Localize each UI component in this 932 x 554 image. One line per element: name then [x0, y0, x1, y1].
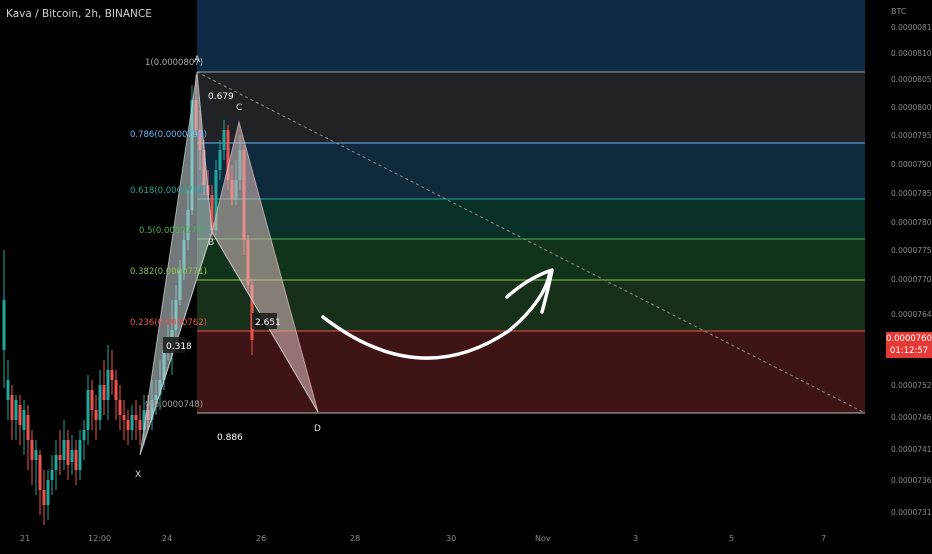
price-tick: 0.0000810 [891, 49, 932, 58]
candle-body [82, 430, 86, 440]
candle-body [30, 440, 34, 460]
price-tick: 0.0000790 [891, 160, 932, 169]
candle-body [42, 490, 46, 505]
candle-body [66, 440, 70, 465]
candle-body [122, 415, 126, 420]
candle-body [18, 405, 22, 425]
fib-label-0382: 0.382(0.0000771) [130, 267, 207, 277]
candle-body [34, 450, 38, 460]
time-tick: 30 [446, 534, 456, 543]
price-tick: 0.0000764 [891, 310, 932, 319]
candle-body [70, 450, 74, 462]
candle-body [62, 440, 66, 460]
time-tick: 21 [20, 534, 30, 543]
candle-body [98, 385, 102, 420]
price-tick: 0.0000081 [891, 23, 932, 32]
price-tick: 0.0000746 [891, 413, 932, 422]
time-tick: 3 [633, 534, 638, 543]
bar-countdown: 01:12:57 [889, 346, 929, 356]
ratio-label-xd: 0.886 [217, 433, 243, 443]
chart[interactable]: 1(0.0000807) 0.786(0.0000794) 0.618(0.00… [0, 0, 932, 550]
candle-body [74, 450, 78, 470]
fib-label-0618: 0.618(0.0000784) [130, 186, 207, 196]
candle-body [38, 455, 42, 490]
time-tick: 5 [729, 534, 734, 543]
candle-body [222, 130, 226, 150]
candle-body [26, 415, 30, 440]
ratio-label-bc: 0.318 [166, 342, 192, 352]
price-tick: 0.0000752 [891, 381, 932, 390]
candle-body [126, 420, 130, 430]
price-tick: 0.0000770 [891, 275, 932, 284]
candle-body [14, 400, 18, 420]
candle-body [94, 410, 98, 420]
time-tick: 28 [350, 534, 360, 543]
candle-body [50, 470, 54, 480]
candle-body [114, 380, 118, 400]
candle-body [118, 400, 122, 415]
candle-body [78, 440, 82, 470]
candle-body [2, 300, 6, 350]
candle-body [102, 385, 106, 400]
candle-body [58, 455, 62, 460]
fib-zone-1-0786 [197, 72, 865, 143]
price-tick: 0.0000785 [891, 189, 932, 198]
candle-body [10, 395, 14, 420]
price-tick: 0.0000731 [891, 508, 932, 517]
candle-body [90, 390, 94, 410]
fib-zone-top [197, 0, 865, 72]
candle-body [134, 415, 138, 420]
last-price-value: 0.0000760 [886, 334, 932, 344]
point-label-a: A [194, 55, 201, 65]
fib-label-05: 0.5(0.0000777) [139, 226, 205, 236]
price-tick: 0.0000775 [891, 246, 932, 255]
candle-body [54, 455, 58, 470]
fib-zone-0618-05 [197, 199, 865, 239]
candle-body [86, 390, 90, 430]
price-tick: 0.0000805 [891, 75, 932, 84]
time-tick: 12:00 [88, 534, 111, 543]
price-axis[interactable]: BTC 0.0000081 0.0000810 0.0000805 0.0000800… [891, 7, 932, 517]
price-tick: 0.0000795 [891, 131, 932, 140]
candle-body [46, 480, 50, 505]
fib-label-0: 0(0.0000748) [145, 400, 203, 410]
candle-body [106, 370, 110, 400]
candle-body [110, 370, 114, 380]
fib-zone-0786-0618 [197, 143, 865, 199]
ratio-label-ab: 0.679 [208, 92, 234, 102]
time-tick: 24 [162, 534, 172, 543]
symbol-title: Kava / Bitcoin, 2h, BINANCE [6, 8, 152, 20]
ratio-label-cd: 2.651 [255, 318, 281, 328]
time-tick: Nov [535, 534, 551, 543]
candle-body [6, 380, 10, 400]
candle-body [138, 420, 142, 430]
fib-label-0236: 0.236(0.0000762) [130, 318, 207, 328]
chart-canvas[interactable]: 1(0.0000807) 0.786(0.0000794) 0.618(0.00… [0, 0, 932, 550]
candle-body [218, 150, 222, 170]
point-label-x: X [135, 470, 141, 480]
time-axis[interactable]: 21 12:00 24 26 28 30 Nov 3 5 7 [20, 534, 826, 543]
time-tick: 7 [821, 534, 826, 543]
price-tick: 0.0000780 [891, 218, 932, 227]
price-tick: 0.0000736 [891, 476, 932, 485]
price-tick: 0.0000741 [891, 445, 932, 454]
point-label-b: B [208, 238, 214, 248]
point-label-c: C [236, 103, 242, 113]
candle-body [130, 415, 134, 430]
price-axis-currency: BTC [891, 7, 907, 16]
fib-zone-05-0382 [197, 239, 865, 280]
point-label-d: D [314, 424, 321, 434]
price-tick: 0.0000800 [891, 103, 932, 112]
time-tick: 26 [256, 534, 266, 543]
last-price-tag: 0.0000760 01:12:57 [886, 332, 932, 358]
fib-zone-0382-0236 [197, 280, 865, 331]
candle-body [22, 410, 26, 430]
fib-label-0786: 0.786(0.0000794) [130, 130, 207, 140]
